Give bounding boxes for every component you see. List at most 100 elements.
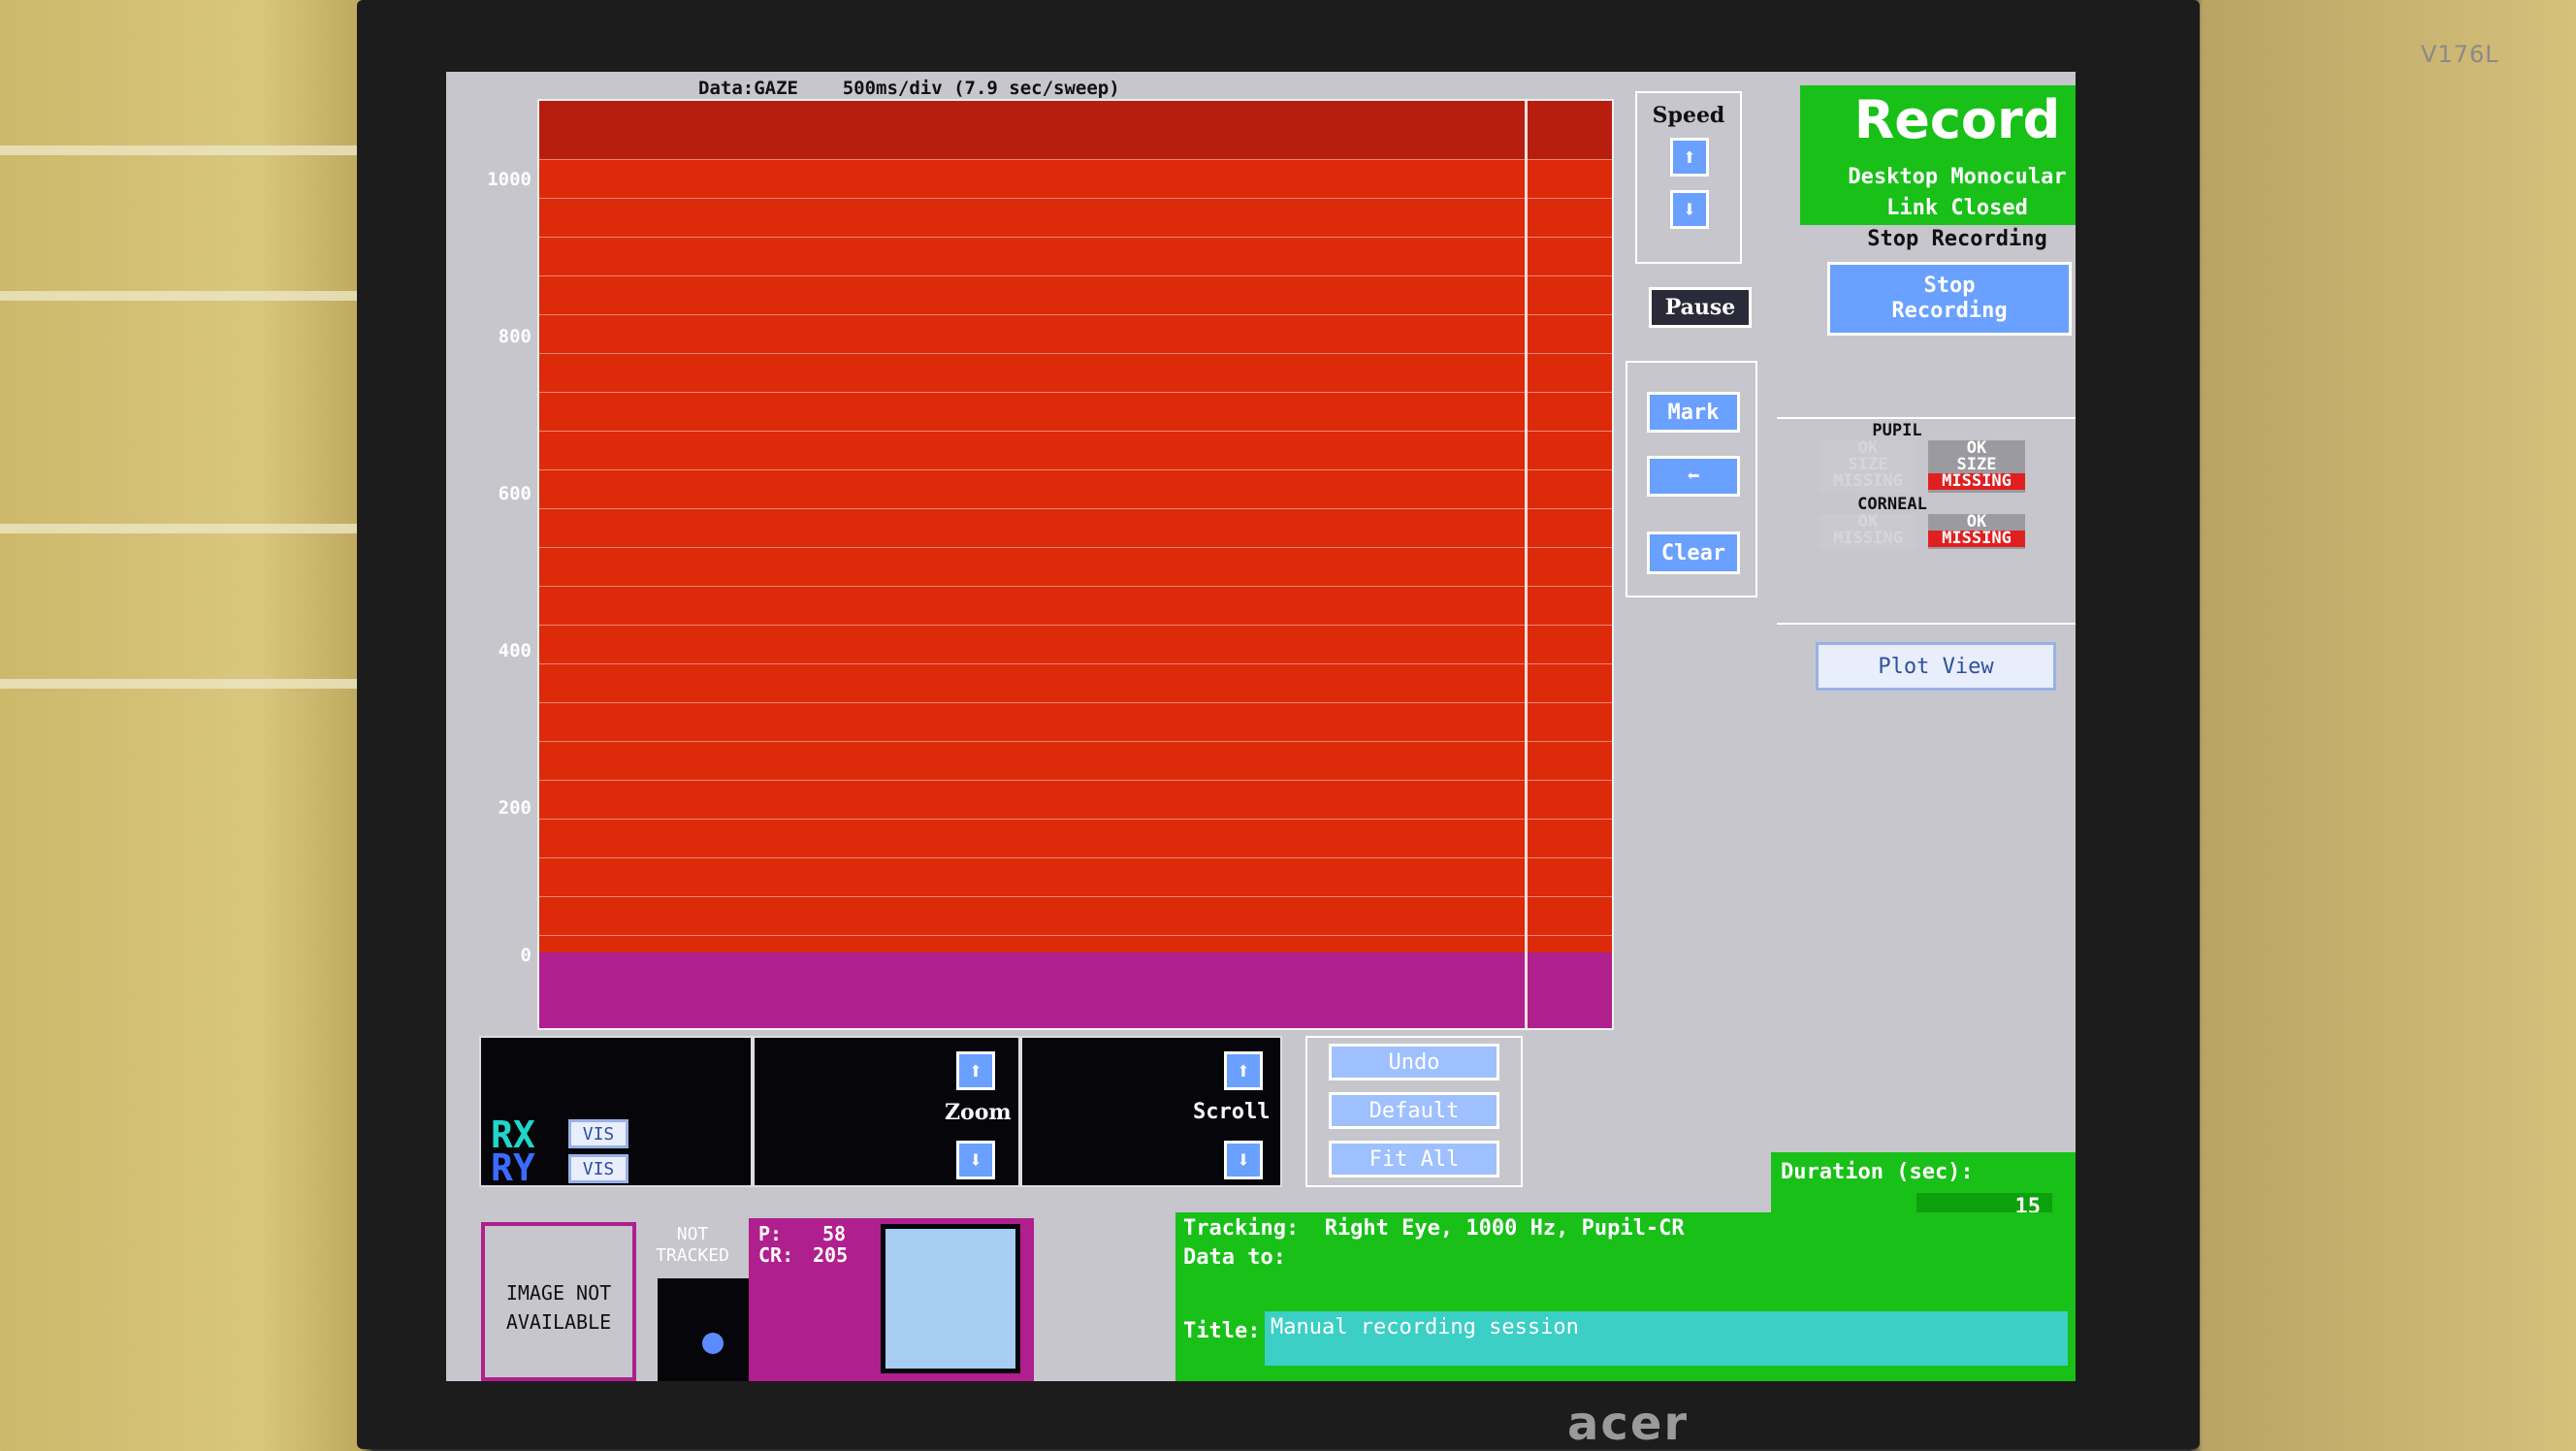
plot-grid-line (539, 857, 1612, 858)
plot-grid-line (539, 275, 1612, 276)
record-title: Record (1853, 89, 2061, 150)
camera-view[interactable] (881, 1224, 1020, 1373)
title-label: Title: (1183, 1319, 1261, 1343)
corneal-right-missing: MISSING (1928, 531, 2025, 547)
corneal-label: CORNEAL (1857, 495, 1927, 514)
mark-panel: Mark ⬅ Clear (1626, 361, 1757, 597)
speed-panel: Speed ⬆ ⬇ (1635, 91, 1742, 264)
pupil-threshold-value: 58 (822, 1222, 847, 1245)
default-button[interactable]: Default (1329, 1092, 1499, 1129)
rx-visibility-toggle[interactable]: VIS (568, 1119, 628, 1148)
zoom-out-button[interactable]: ⬇ (956, 1141, 995, 1179)
y-tick-0: 0 (520, 945, 531, 966)
plot-grid-line (539, 547, 1612, 548)
pupil-status-right: OK SIZE MISSING (1928, 440, 2025, 493)
y-tick-800: 800 (498, 326, 531, 347)
speed-down-button[interactable]: ⬇ (1670, 190, 1709, 229)
pupil-right-missing: MISSING (1928, 473, 2025, 490)
arrow-down-icon: ⬇ (968, 1146, 983, 1174)
arrow-down-icon: ⬇ (1236, 1146, 1251, 1174)
pupil-status-left: OK SIZE MISSING (1819, 440, 1916, 493)
plot-grid-line (539, 625, 1612, 626)
ry-visibility-toggle[interactable]: VIS (568, 1154, 628, 1183)
eyelink-screen: Data:GAZE 500ms/div (7.9 sec/sweep) 1000… (446, 72, 2076, 1381)
speed-label: Speed (1652, 103, 1725, 128)
image-not-available-text: IMAGE NOT AVAILABLE (505, 1281, 612, 1334)
speed-up-button[interactable]: ⬆ (1670, 138, 1709, 177)
y-tick-400: 400 (498, 640, 531, 661)
plot-view-button[interactable]: Plot View (1816, 642, 2056, 691)
y-tick-1000: 1000 (487, 169, 531, 190)
camera-image-panel: IMAGE NOT AVAILABLE (481, 1222, 636, 1381)
not-tracked-text: NOT TRACKED (656, 1224, 729, 1266)
title-input[interactable]: Manual recording session (1265, 1311, 2068, 1366)
plot-header: Data:GAZE 500ms/div (7.9 sec/sweep) (698, 78, 1120, 99)
status-panel: Tracking: Right Eye, 1000 Hz, Pupil-CR D… (1175, 1212, 2076, 1381)
clear-button[interactable]: Clear (1647, 532, 1740, 574)
fit-all-button[interactable]: Fit All (1329, 1141, 1499, 1177)
arrow-up-icon: ⬆ (1236, 1057, 1251, 1084)
divider (1777, 623, 2076, 625)
stop-recording-button[interactable]: Stop Recording (1827, 262, 2072, 336)
plot-grid-line (539, 431, 1612, 432)
scroll-up-button[interactable]: ⬆ (1224, 1051, 1263, 1090)
plot-grid-line (539, 780, 1612, 781)
arrow-left-icon: ⬅ (1687, 464, 1700, 489)
zoom-in-button[interactable]: ⬆ (956, 1051, 995, 1090)
mark-back-button[interactable]: ⬅ (1647, 456, 1740, 497)
plot-grid-line (539, 896, 1612, 897)
threshold-panel: P: 58 CR: 205 (749, 1218, 869, 1381)
corneal-left-missing: MISSING (1833, 529, 1903, 548)
plot-grid-line (539, 314, 1612, 315)
pause-button[interactable]: Pause (1649, 287, 1752, 328)
sweep-cursor-line (1525, 101, 1528, 1028)
plot-grid-line (539, 159, 1612, 160)
tracking-status-panel: NOT TRACKED (636, 1222, 768, 1381)
monitor-model: V176L (2421, 41, 2499, 68)
arrow-up-icon: ⬆ (1682, 144, 1697, 171)
plot-grid-line (539, 469, 1612, 470)
camera-view-panel (869, 1218, 1034, 1381)
stop-recording-heading: Stop Recording (1867, 227, 2047, 251)
plot-grid-line (539, 392, 1612, 393)
scroll-label: Scroll (1193, 1100, 1271, 1124)
record-header: Record Desktop Monocular Link Closed (1800, 85, 2076, 225)
divider (1777, 417, 2076, 419)
scroll-panel: ⬆ Scroll ⬇ (1020, 1036, 1282, 1187)
plot-grid-line (539, 586, 1612, 587)
cr-threshold-value: 205 (813, 1243, 849, 1267)
corneal-status-right: OK MISSING (1928, 514, 2025, 549)
plot-grid-line (539, 935, 1612, 936)
link-status: Link Closed (1886, 196, 2028, 220)
plot-grid-line (539, 741, 1612, 742)
corneal-status-left: OK MISSING (1819, 514, 1916, 549)
y-tick-600: 600 (498, 483, 531, 504)
pupil-left-missing: MISSING (1833, 471, 1903, 491)
plot-top-band (539, 101, 1612, 159)
plot-grid-line (539, 237, 1612, 238)
duration-label: Duration (sec): (1781, 1160, 1974, 1184)
tracker-mode: Desktop Monocular (1848, 165, 2067, 189)
plot-baseline-region (539, 952, 1612, 1028)
plot-grid-line (539, 508, 1612, 509)
arrow-down-icon: ⬇ (1682, 196, 1697, 223)
trace-ry-label: RY (491, 1146, 535, 1189)
scroll-down-button[interactable]: ⬇ (1224, 1141, 1263, 1179)
zoom-panel: ⬆ Zoom ⬇ (753, 1036, 1020, 1187)
arrow-up-icon: ⬆ (968, 1057, 983, 1084)
y-tick-200: 200 (498, 797, 531, 819)
plot-grid-line (539, 353, 1612, 354)
undo-button[interactable]: Undo (1329, 1044, 1499, 1080)
tracking-info: Tracking: Right Eye, 1000 Hz, Pupil-CR (1183, 1216, 1685, 1241)
pupil-dot-icon (702, 1333, 724, 1354)
plot-grid-line (539, 702, 1612, 703)
data-to-label: Data to: (1183, 1245, 1286, 1270)
zoom-label: Zoom (945, 1100, 1012, 1125)
trace-selector: RX RY VIS VIS (479, 1036, 753, 1189)
plot-grid-line (539, 663, 1612, 664)
view-control-panel: Undo Default Fit All (1305, 1036, 1523, 1187)
plot-grid-line (539, 198, 1612, 199)
cr-threshold-label: CR: (758, 1243, 794, 1267)
mark-button[interactable]: Mark (1647, 392, 1740, 433)
plot-grid-line (539, 819, 1612, 820)
